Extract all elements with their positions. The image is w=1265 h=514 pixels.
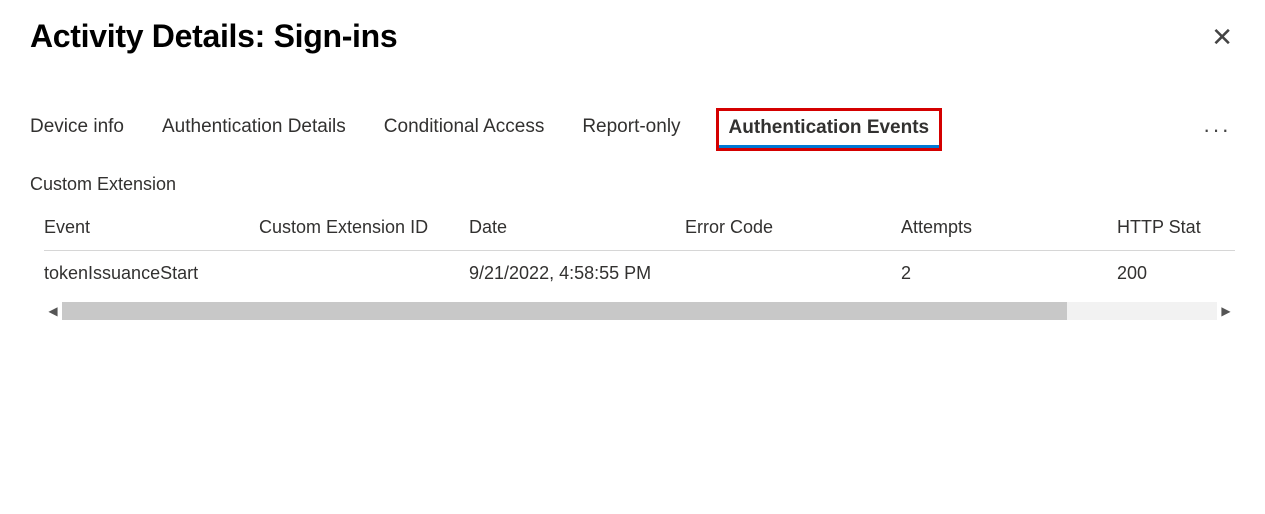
close-icon[interactable]: ✕	[1209, 22, 1235, 52]
col-header-event[interactable]: Event	[44, 205, 259, 251]
horizontal-scrollbar[interactable]: ◀ ▶	[44, 300, 1235, 322]
tab-bar: Device info Authentication Details Condi…	[30, 111, 1235, 148]
cell-http-stat: 200	[1117, 251, 1235, 297]
panel-header: Activity Details: Sign-ins ✕	[30, 18, 1235, 55]
tab-report-only[interactable]: Report-only	[582, 114, 680, 146]
tab-authentication-details[interactable]: Authentication Details	[162, 114, 346, 146]
col-header-error-code[interactable]: Error Code	[685, 205, 901, 251]
scroll-caret-left-icon[interactable]: ◀	[44, 304, 62, 318]
scroll-track[interactable]	[62, 302, 1217, 320]
cell-attempts: 2	[901, 251, 1117, 297]
events-table: Event Custom Extension ID Date Error Cod…	[44, 205, 1235, 296]
col-header-date[interactable]: Date	[469, 205, 685, 251]
tab-authentication-events[interactable]: Authentication Events	[719, 111, 940, 148]
cell-event: tokenIssuanceStart	[44, 251, 259, 297]
table-row[interactable]: tokenIssuanceStart 9/21/2022, 4:58:55 PM…	[44, 251, 1235, 297]
events-table-wrap: Event Custom Extension ID Date Error Cod…	[30, 205, 1235, 322]
cell-date: 9/21/2022, 4:58:55 PM	[469, 251, 685, 297]
col-header-attempts[interactable]: Attempts	[901, 205, 1117, 251]
scroll-caret-right-icon[interactable]: ▶	[1217, 304, 1235, 318]
tab-conditional-access[interactable]: Conditional Access	[384, 114, 545, 146]
scroll-thumb[interactable]	[62, 302, 1067, 320]
more-icon[interactable]: ···	[1203, 117, 1235, 143]
cell-custom-extension-id	[259, 251, 469, 297]
col-header-custom-extension-id[interactable]: Custom Extension ID	[259, 205, 469, 251]
tab-device-info[interactable]: Device info	[30, 114, 124, 146]
col-header-http-stat[interactable]: HTTP Stat	[1117, 205, 1235, 251]
page-title: Activity Details: Sign-ins	[30, 18, 397, 55]
cell-error-code	[685, 251, 901, 297]
section-label-custom-extension: Custom Extension	[30, 174, 1235, 195]
table-header-row: Event Custom Extension ID Date Error Cod…	[44, 205, 1235, 251]
activity-details-panel: Activity Details: Sign-ins ✕ Device info…	[0, 0, 1265, 514]
